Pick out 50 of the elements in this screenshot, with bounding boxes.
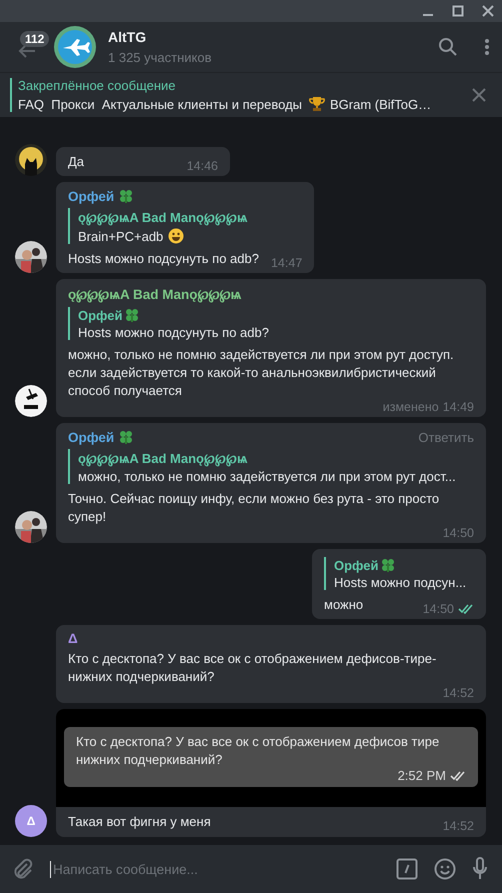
message-time: 14:52: [442, 686, 474, 700]
member-count: 1 325 участников: [108, 50, 213, 65]
message-text: Кто с десктопа? У вас все ок с отображением дефисов-тире-нижних подчеркиваний?: [68, 650, 438, 686]
more-menu-icon[interactable]: [484, 38, 490, 56]
reply-text: Hosts можно подсунуть по adb?: [78, 325, 269, 340]
reply-text: можно, только не помню задействуется ли при этом рут дост...: [78, 469, 456, 484]
message-text: Точно. Сейчас поищу инфу, если можно без рута - это просто супер!: [68, 490, 440, 526]
reply-quote[interactable]: Орфей Hosts можно подсунуть по adb?: [68, 307, 474, 340]
message-text: Кто с десктопа? У вас все ок с отображением дефисов тире нижних подчеркиваний?: [76, 733, 440, 769]
edited-label: изменено: [382, 400, 439, 414]
close-icon[interactable]: [482, 5, 494, 17]
emoji-icon[interactable]: [434, 858, 456, 880]
reply-text: Hosts можно подсун...: [334, 575, 466, 590]
reply-quote[interactable]: ǫ℘℘℘ѩA Bad Manǫ℘℘℘ѩ Brain+PC+adb: [68, 208, 302, 244]
message-text: Такая вот фигня у меня: [68, 813, 211, 831]
reply-author: ǫ℘℘℘ѩA Bad Manǫ℘℘℘ѩ: [78, 450, 248, 467]
sender-name[interactable]: ǫ℘℘℘ѩA Bad Manǫ℘℘℘ѩ: [68, 285, 242, 303]
message-time: 14:49: [442, 400, 474, 414]
message-time: 14:52: [442, 819, 474, 833]
unread-badge: 112: [20, 31, 50, 47]
back-arrow-icon[interactable]: [18, 44, 36, 58]
pinned-label: Закреплённое сообщение: [18, 78, 177, 93]
message-text: можно, только не помню задействуется ли при этом рут доступ. если задействуется то какой-то анальноэквилибристический способ получается: [68, 346, 455, 400]
sender-name[interactable]: Орфей: [68, 188, 114, 204]
pinned-text: BGram (BifToG…: [330, 96, 432, 112]
sender-name[interactable]: Орфей: [68, 430, 114, 444]
pinned-text: FAQ Прокси Актуальные клиенты и переводы: [18, 96, 302, 112]
chat-title: AltTG: [108, 29, 148, 45]
reply-author: Орфей: [78, 308, 122, 322]
reply-author: Орфей: [334, 558, 378, 572]
message-text: Да: [68, 153, 84, 171]
reply-quote[interactable]: ǫ℘℘℘ѩA Bad Manǫ℘℘℘ѩ можно, только не помню задействуется ли при этом рут дост...: [68, 449, 474, 484]
reply-author: ǫ℘℘℘ѩA Bad Manǫ℘℘℘ѩ: [78, 209, 248, 226]
message-time: 14:47: [270, 256, 302, 270]
message-time: 2:52 PM: [398, 769, 446, 783]
message-time: 14:50: [442, 526, 474, 540]
message-text: можно: [324, 596, 364, 614]
slash-command-icon[interactable]: [396, 858, 418, 880]
message-time: 14:50: [422, 602, 454, 616]
close-icon[interactable]: [472, 88, 486, 102]
paperclip-icon[interactable]: [12, 858, 34, 880]
microphone-icon[interactable]: [472, 857, 488, 881]
maximize-icon[interactable]: [452, 5, 464, 17]
message-time: 14:46: [186, 159, 218, 173]
avatar: Δ: [15, 805, 47, 837]
reply-quote[interactable]: Орфей Hosts можно подсун...: [324, 557, 474, 590]
sender-name[interactable]: Δ: [68, 631, 78, 646]
reply-text: Brain+PC+adb: [78, 228, 164, 244]
message-text: Hosts можно подсунуть по adb?: [68, 250, 259, 268]
search-icon[interactable]: [438, 37, 458, 57]
